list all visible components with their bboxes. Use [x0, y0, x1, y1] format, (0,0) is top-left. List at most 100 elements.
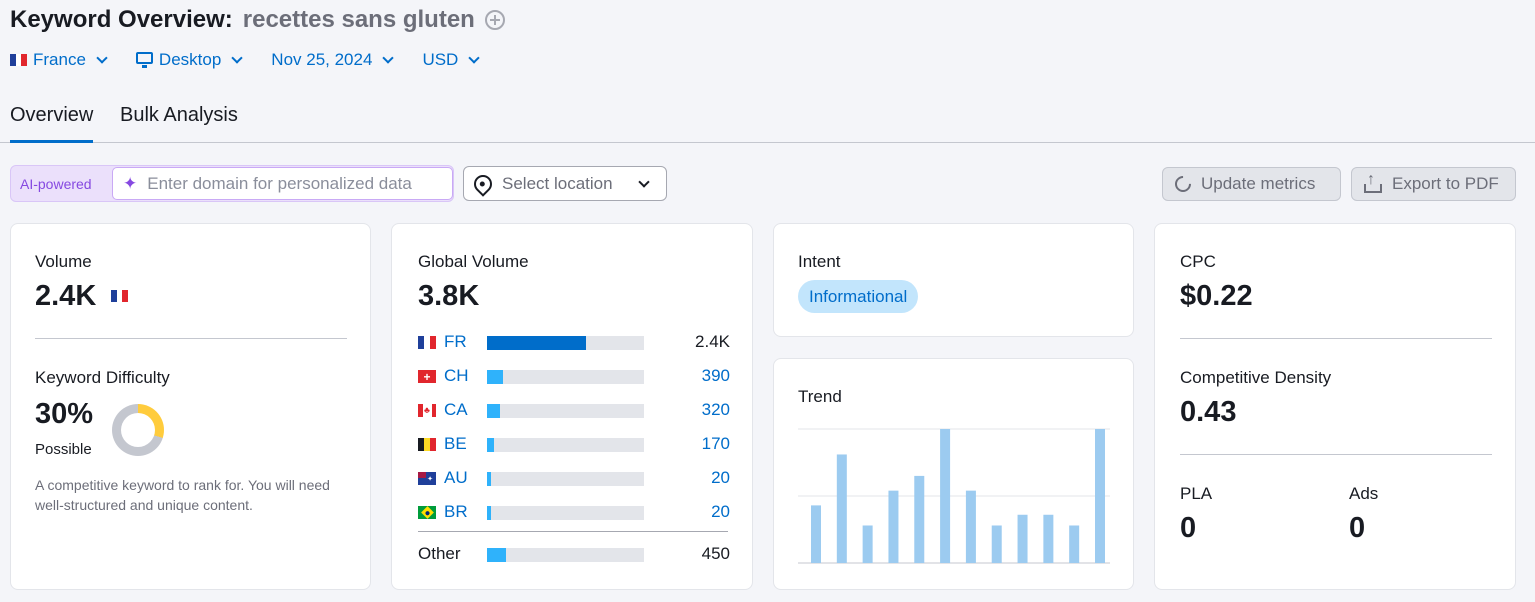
currency-selector[interactable]: USD	[422, 50, 481, 70]
tab-bulk-analysis[interactable]: Bulk Analysis	[120, 104, 238, 143]
country-volume-fill	[487, 336, 586, 350]
country-volume-bar	[487, 472, 644, 486]
global-volume-label: Global Volume	[418, 252, 529, 271]
intent-card: Intent Informational	[773, 223, 1134, 337]
page-title: Keyword Overview:	[10, 6, 233, 33]
trend-bar[interactable]	[1017, 514, 1028, 563]
country-volume-value[interactable]: 320	[702, 400, 730, 420]
export-pdf-label: Export to PDF	[1392, 174, 1499, 193]
pla-value: 0	[1180, 512, 1197, 544]
currency-label: USD	[422, 50, 459, 69]
country-volume-fill	[487, 438, 494, 452]
keyword-difficulty-label: Keyword Difficulty	[35, 368, 170, 387]
flag-canada-icon: ♣	[418, 404, 436, 417]
volume-value: 2.4K	[35, 280, 97, 312]
country-volume-value[interactable]: 170	[702, 434, 730, 454]
domain-input[interactable]: ✦ Enter domain for personalized data	[112, 167, 453, 200]
keyword-difficulty-level: Possible	[35, 441, 92, 458]
other-volume-value: 450	[701, 544, 730, 563]
export-pdf-button[interactable]: Export to PDF	[1351, 167, 1516, 201]
country-code-link[interactable]: BE	[444, 434, 467, 454]
country-label: France	[33, 50, 86, 69]
page-header: Keyword Overview: recettes sans gluten	[10, 6, 505, 34]
update-metrics-label: Update metrics	[1201, 174, 1316, 193]
country-volume-value[interactable]: 20	[711, 502, 730, 522]
competitive-density-value: 0.43	[1180, 396, 1237, 428]
flag-australia-icon: ✦	[418, 472, 436, 485]
ads-label: Ads	[1349, 484, 1379, 503]
country-volume-fill	[487, 472, 491, 486]
difficulty-donut-chart	[112, 404, 164, 456]
country-volume-value: 2.4K	[695, 332, 730, 351]
country-row-be: BE 170	[418, 434, 730, 454]
trend-bar[interactable]	[888, 490, 899, 563]
country-code-link[interactable]: BR	[444, 502, 468, 522]
country-code-link[interactable]: FR	[444, 332, 467, 352]
global-volume-card: Global Volume 3.8K FR 2.4K + CH 390 ♣ CA…	[391, 223, 753, 590]
location-pin-icon	[470, 170, 496, 197]
trend-bar[interactable]	[991, 525, 1002, 563]
country-volume-bar	[487, 438, 644, 452]
country-selector[interactable]: France	[10, 50, 108, 70]
divider	[1180, 338, 1492, 339]
cpc-label: CPC	[1180, 252, 1216, 271]
update-metrics-button[interactable]: Update metrics	[1162, 167, 1341, 201]
country-volume-bar	[487, 404, 644, 418]
trend-bar[interactable]	[1069, 525, 1080, 563]
trend-label: Trend	[798, 387, 842, 406]
filter-bar: France Desktop Nov 25, 2024 USD	[10, 48, 508, 72]
country-volume-value[interactable]: 20	[711, 468, 730, 488]
country-volume-value[interactable]: 390	[702, 366, 730, 386]
sparkle-icon: ✦	[123, 174, 138, 193]
country-row-other: Other 450	[418, 544, 730, 564]
ads-value: 0	[1349, 512, 1366, 544]
global-volume-value: 3.8K	[418, 280, 480, 312]
intent-badge: Informational	[798, 280, 919, 313]
competitive-density-label: Competitive Density	[1180, 368, 1332, 387]
country-row-fr: FR 2.4K	[418, 332, 730, 352]
flag-france-icon	[10, 54, 28, 66]
tab-bar: Overview Bulk Analysis	[0, 100, 1535, 143]
trend-bar[interactable]	[862, 525, 873, 563]
trend-bar[interactable]	[965, 490, 976, 563]
cpc-value: $0.22	[1180, 280, 1253, 312]
trend-bar[interactable]	[1043, 514, 1054, 563]
cpc-card: CPC $0.22 Competitive Density 0.43 PLA 0…	[1154, 223, 1516, 590]
add-to-list-icon[interactable]	[484, 10, 505, 30]
country-volume-bar	[487, 336, 644, 350]
country-row-br: BR 20	[418, 502, 730, 522]
other-label: Other	[418, 544, 461, 563]
date-label: Nov 25, 2024	[271, 50, 373, 69]
country-code-link[interactable]: AU	[444, 468, 468, 488]
desktop-icon	[135, 52, 153, 68]
chevron-down-icon	[468, 52, 481, 64]
keyword-difficulty-description: A competitive keyword to rank for. You w…	[35, 477, 330, 513]
pla-label: PLA	[1180, 484, 1213, 503]
ai-powered-label: AI-powered	[20, 176, 92, 192]
chevron-down-icon	[96, 52, 108, 64]
trend-bar[interactable]	[811, 505, 821, 563]
device-selector[interactable]: Desktop	[135, 50, 243, 70]
trend-bar[interactable]	[836, 454, 847, 563]
date-selector[interactable]: Nov 25, 2024	[271, 50, 395, 70]
flag-belgium-icon	[418, 438, 436, 451]
domain-placeholder: Enter domain for personalized data	[147, 173, 412, 193]
trend-bar[interactable]	[914, 475, 925, 563]
country-row-ch: + CH 390	[418, 366, 730, 386]
country-code-link[interactable]: CH	[444, 366, 469, 386]
country-volume-bar	[487, 548, 644, 562]
trend-bar[interactable]	[940, 429, 951, 563]
trend-chart	[798, 428, 1110, 564]
trend-bar[interactable]	[1095, 429, 1105, 563]
country-volume-fill	[487, 548, 506, 562]
country-code-link[interactable]: CA	[444, 400, 468, 420]
chevron-down-icon	[382, 52, 395, 64]
divider	[35, 338, 347, 339]
keyword-difficulty-value: 30%	[35, 398, 94, 430]
location-placeholder: Select location	[502, 173, 613, 193]
tab-overview[interactable]: Overview	[10, 104, 94, 143]
location-select[interactable]: Select location	[463, 166, 667, 201]
trend-card: Trend	[773, 358, 1134, 590]
volume-card: Volume 2.4K Keyword Difficulty 30% Possi…	[10, 223, 371, 590]
intent-label: Intent	[798, 252, 841, 271]
